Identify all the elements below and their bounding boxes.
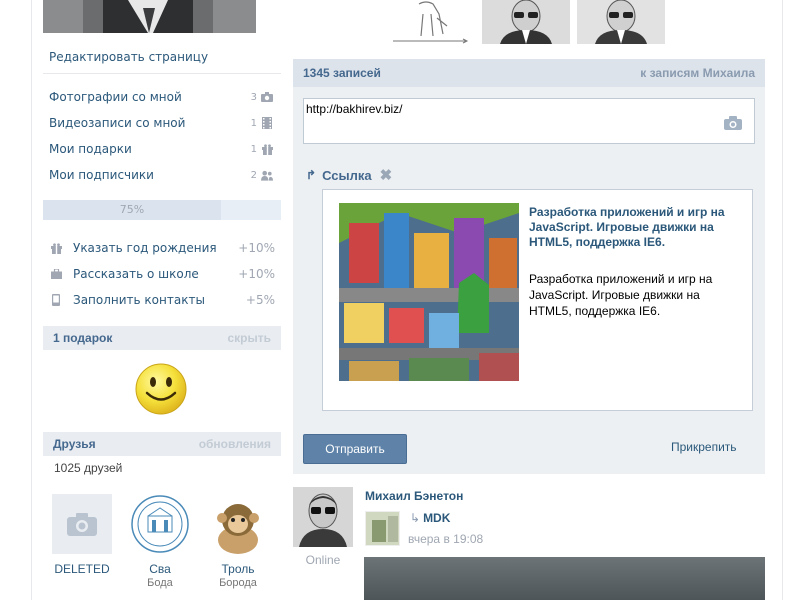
gift-smiley[interactable] [134, 362, 188, 419]
source-thumbnail[interactable] [365, 511, 400, 546]
post-time[interactable]: вчера в 19:08 [408, 532, 483, 546]
link-preview-image [339, 203, 519, 381]
friends-count[interactable]: 1025 друзей [43, 456, 281, 480]
task-percent: +5% [245, 293, 275, 307]
friend-avatar [130, 494, 190, 554]
deleted-avatar [52, 494, 112, 554]
photo-thumb[interactable] [391, 0, 471, 44]
post-author-name[interactable]: Михаил Бэнетон [365, 489, 463, 503]
menu-item-label: Фотографии со мной [49, 90, 182, 104]
friend-name: DELETED [54, 562, 110, 576]
link-preview-title[interactable]: Разработка приложений и игр на JavaScrip… [529, 205, 744, 250]
link-preview-description: Разработка приложений и игр на JavaScrip… [529, 272, 713, 318]
gifts-hide-link[interactable]: скрыть [227, 331, 271, 345]
menu-item-count: 3 [250, 91, 257, 103]
friend-avatar [208, 494, 268, 554]
task-label: Рассказать о школе [73, 267, 199, 281]
friend-surname: Борода [219, 577, 257, 589]
send-button[interactable]: Отправить [303, 434, 407, 464]
task-percent: +10% [238, 267, 275, 281]
menu-item-gifts[interactable]: Мои подарки 1 [43, 136, 281, 162]
menu-item-videos[interactable]: Видеозаписи со мной 1 [43, 110, 281, 136]
gift-icon [49, 241, 63, 255]
left-border [31, 0, 32, 600]
repost-icon: ↳ [410, 511, 421, 525]
profile-completeness-bar: 75% [43, 200, 281, 220]
film-icon [261, 117, 273, 129]
wall-count: 1345 записей [303, 66, 381, 80]
task-label: Заполнить контакты [73, 293, 205, 307]
post-author-avatar[interactable] [293, 487, 353, 547]
friend-item[interactable]: Троль Борода [202, 494, 274, 589]
task-label: Указать год рождения [73, 241, 217, 255]
menu-item-label: Мои подарки [49, 142, 132, 156]
gift-icon [261, 143, 273, 155]
link-preview[interactable]: Разработка приложений и игр на JavaScrip… [322, 189, 753, 411]
to-posts-link[interactable]: к записям Михаила [640, 66, 755, 80]
gifts-header: 1 подарок скрыть [43, 326, 281, 350]
menu-item-count: 2 [250, 169, 257, 181]
menu-item-count: 1 [250, 143, 257, 155]
task-birth-year[interactable]: Указать год рождения +10% [43, 235, 281, 261]
menu-item-followers[interactable]: Мои подписчики 2 [43, 162, 281, 188]
camera-icon [67, 513, 97, 536]
attach-link[interactable]: Прикрепить [671, 440, 737, 454]
attachment-type: Ссылка [322, 167, 372, 183]
gifts-title[interactable]: 1 подарок [53, 331, 227, 345]
repost-source[interactable]: ↳ MDK [410, 511, 450, 525]
post-input[interactable]: http://bakhirev.biz/ [303, 98, 755, 144]
phone-icon [49, 293, 63, 307]
post-input-value: http://bakhirev.biz/ [306, 102, 403, 116]
camera-icon [261, 91, 273, 103]
source-name: MDK [423, 511, 451, 525]
progress-label: 75% [119, 203, 145, 216]
edit-page-link[interactable]: Редактировать страницу [43, 44, 281, 74]
camera-icon[interactable] [724, 116, 742, 133]
photo-thumb[interactable] [482, 0, 570, 44]
friend-surname: Бода [147, 577, 173, 589]
menu-item-count: 1 [250, 117, 257, 129]
task-percent: +10% [238, 241, 275, 255]
profile-avatar[interactable] [43, 0, 256, 33]
attachment-header: ↱ Ссылка ✖ [306, 166, 392, 184]
menu-item-label: Мои подписчики [49, 168, 154, 182]
menu-item-photos[interactable]: Фотографии со мной 3 [43, 84, 281, 110]
menu-item-label: Видеозаписи со мной [49, 116, 186, 130]
close-icon[interactable]: ✖ [380, 166, 393, 184]
friend-item[interactable]: DELETED [46, 494, 118, 576]
post-photo[interactable] [364, 557, 765, 600]
friends-title[interactable]: Друзья [53, 437, 199, 451]
friend-name: Троль [221, 562, 255, 576]
profile-page: Редактировать страницу Фотографии со мно… [0, 0, 796, 600]
photo-thumb[interactable] [577, 0, 665, 44]
friends-updates-link[interactable]: обновления [199, 437, 271, 451]
profile-tasks: Указать год рождения +10% Рассказать о ш… [43, 235, 281, 313]
friend-item[interactable]: Сва Бода [124, 494, 196, 589]
briefcase-icon [49, 267, 63, 281]
link-arrow-icon: ↱ [306, 168, 317, 182]
friend-name: Сва [149, 562, 171, 576]
friends-header: Друзья обновления [43, 432, 281, 456]
task-school[interactable]: Рассказать о школе +10% [43, 261, 281, 287]
right-border [782, 0, 783, 600]
profile-menu: Фотографии со мной 3 Видеозаписи со мной… [43, 84, 281, 188]
task-contacts[interactable]: Заполнить контакты +5% [43, 287, 281, 313]
people-icon [261, 169, 273, 181]
online-status: Online [305, 553, 341, 567]
wall-header: 1345 записей к записям Михаила [293, 59, 765, 87]
